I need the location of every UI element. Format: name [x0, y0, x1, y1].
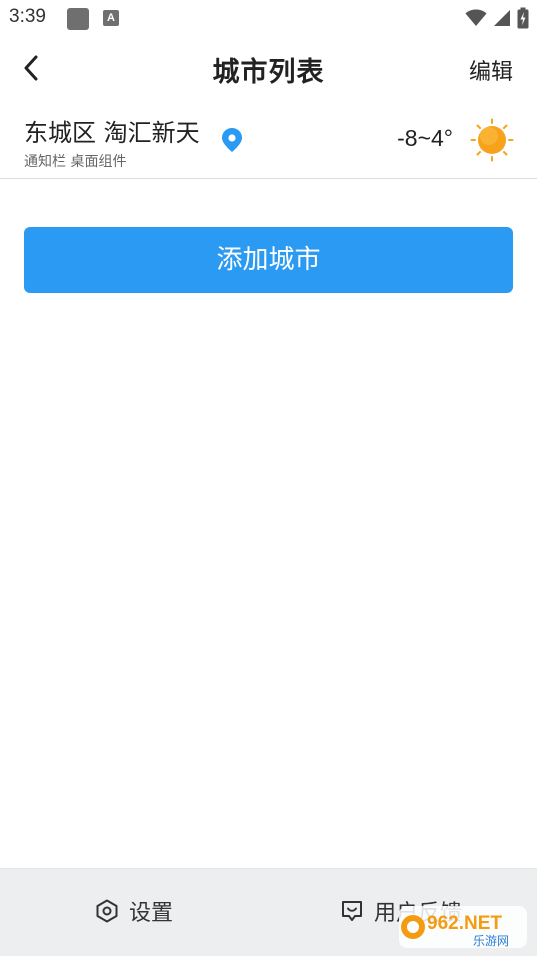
cellular-signal-icon	[494, 10, 510, 26]
status-time: 3:39	[9, 6, 46, 27]
wifi-icon	[465, 9, 487, 26]
city-name: 东城区 淘汇新天	[24, 119, 200, 147]
settings-hexagon-icon	[96, 899, 118, 923]
battery-icon	[517, 7, 529, 29]
city-subtitle: 通知栏 桌面组件	[24, 154, 127, 170]
system-icons	[465, 6, 529, 30]
watermark-sub-text: 乐游网	[473, 934, 509, 948]
location-pin-icon	[222, 128, 242, 152]
sun-icon	[470, 118, 514, 162]
notification-square-icon	[67, 8, 89, 30]
page-title: 城市列表	[212, 57, 325, 88]
notification-a-icon: A	[103, 10, 119, 26]
feedback-message-icon	[342, 901, 362, 921]
watermark-logo: 962.NET 乐游网	[399, 906, 527, 948]
city-list-item[interactable]: 东城区 淘汇新天 通知栏 桌面组件 -8~4°	[0, 103, 537, 179]
temperature-range: -8~4°	[397, 125, 453, 151]
edit-button[interactable]: 编辑	[469, 54, 513, 86]
title-bar: 城市列表 编辑	[0, 36, 537, 102]
add-city-button[interactable]: 添加城市	[24, 227, 513, 293]
status-bar: 3:39 A	[0, 0, 537, 36]
settings-button[interactable]: 设置	[95, 895, 173, 927]
settings-label: 设置	[129, 901, 174, 926]
watermark-main-text: 962.NET	[427, 913, 502, 934]
